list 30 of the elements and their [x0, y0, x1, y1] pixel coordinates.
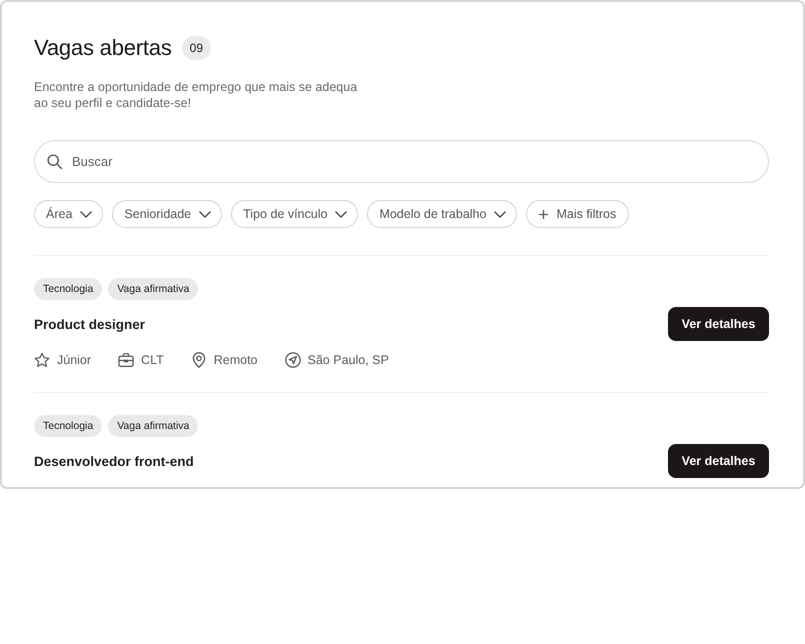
plus-icon [539, 210, 548, 218]
page-title: Vagas abertas [34, 35, 172, 61]
details-button[interactable]: Ver detalhes [668, 444, 769, 478]
job-detail-text: Remoto [214, 353, 258, 367]
filter-dropdown[interactable]: Área [34, 200, 104, 228]
star-icon [34, 352, 50, 368]
chevron-down-icon [494, 210, 506, 218]
map-pin-icon [190, 352, 207, 368]
filter-dropdown[interactable]: Tipo de vínculo [231, 200, 358, 228]
chevron-down-icon [199, 210, 212, 218]
filter-dropdown[interactable]: Senioridade [112, 200, 222, 228]
job-detail-text: São Paulo, SP [308, 353, 389, 367]
category-tag: Tecnologia [34, 278, 102, 300]
chevron-down-icon [335, 210, 348, 218]
category-tag: Vaga afirmativa [108, 415, 198, 437]
more-filters-button[interactable]: Mais filtros [526, 200, 630, 228]
category-tag: Tecnologia [34, 415, 102, 437]
details-button[interactable]: Ver detalhes [668, 307, 769, 341]
job-count-badge: 09 [182, 36, 211, 60]
chevron-down-icon [80, 210, 92, 218]
filter-dropdown[interactable]: Modelo de trabalho [367, 200, 518, 228]
category-tag: Vaga afirmativa [108, 278, 198, 300]
job-detail-text: CLT [141, 353, 164, 367]
search-icon [46, 153, 63, 170]
search-field[interactable]: Buscar [34, 140, 769, 183]
job-title: Product designer [34, 316, 146, 332]
briefcase-icon [118, 352, 134, 368]
page-description: Encontre a oportunidade de emprego que mais se adequa ao seu perfil e candidate-se! [34, 79, 358, 111]
job-detail-text: Júnior [57, 353, 92, 367]
job-title: Desenvolvedor front-end [34, 454, 194, 468]
